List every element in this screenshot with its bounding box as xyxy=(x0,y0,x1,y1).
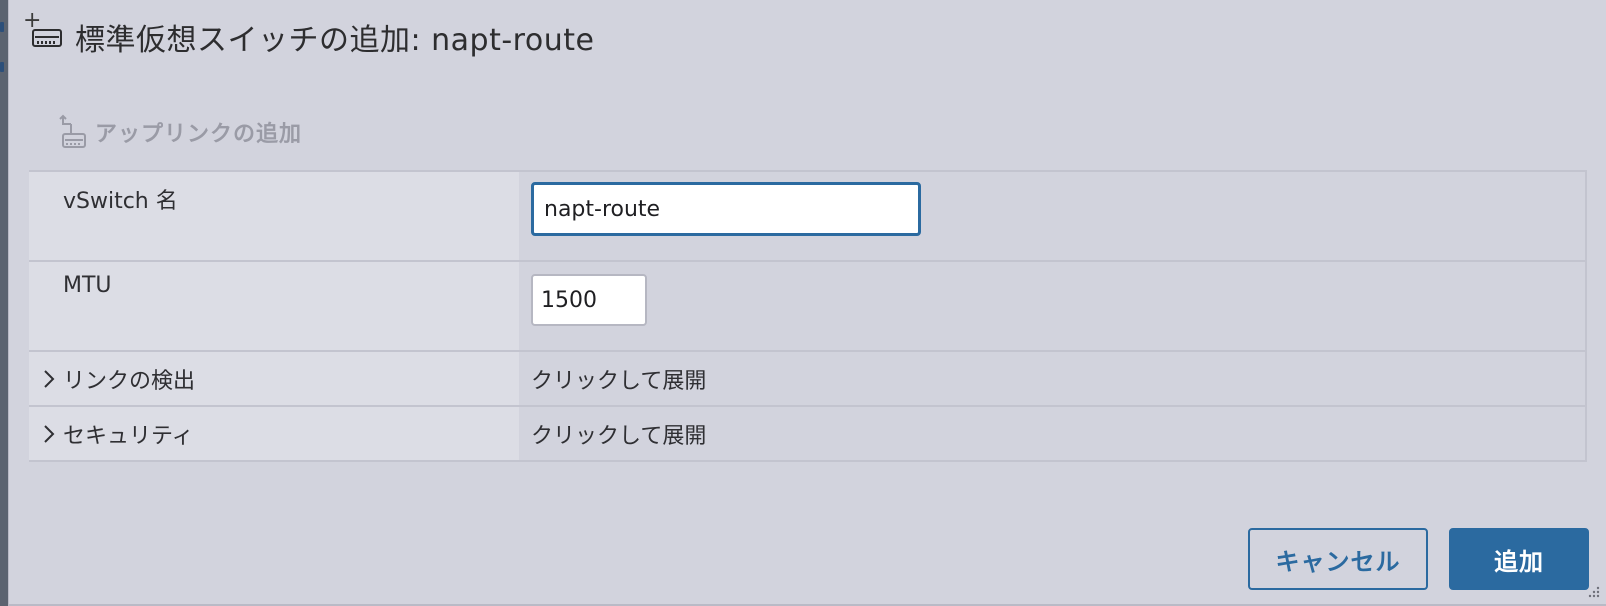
mtu-value-cell xyxy=(519,262,1587,350)
add-standard-vswitch-dialog: + 標準仮想スイッチの追加: napt-route アップリンクの追加 vSwi… xyxy=(8,0,1606,606)
security-label: セキュリティ xyxy=(63,424,194,449)
add-uplink-button[interactable]: アップリンクの追加 xyxy=(57,112,302,152)
mtu-label-cell: MTU xyxy=(29,262,519,350)
background-fragment xyxy=(0,22,4,32)
link-discovery-value-cell[interactable]: クリックして展開 xyxy=(519,352,1587,405)
resize-grip-icon[interactable] xyxy=(1586,584,1600,598)
link-discovery-expand-hint: クリックして展開 xyxy=(531,369,707,394)
security-value-cell[interactable]: クリックして展開 xyxy=(519,407,1587,460)
mtu-row: MTU xyxy=(29,262,1587,352)
vswitch-name-input[interactable] xyxy=(531,182,921,236)
mtu-input[interactable] xyxy=(531,274,647,326)
vswitch-name-label: vSwitch 名 xyxy=(63,189,178,214)
security-expand-hint: クリックして展開 xyxy=(531,424,707,449)
cancel-button[interactable]: キャンセル xyxy=(1248,528,1428,590)
vswitch-name-label-cell: vSwitch 名 xyxy=(29,172,519,260)
vswitch-settings-form: vSwitch 名 MTU リンクの検出 クリックして展開 xyxy=(29,170,1587,462)
add-uplink-label: アップリンクの追加 xyxy=(95,122,303,147)
chevron-right-icon[interactable] xyxy=(39,422,59,446)
network-switch-icon xyxy=(32,29,62,47)
dialog-header: 標準仮想スイッチの追加: napt-route xyxy=(31,14,594,60)
add-uplink-icon xyxy=(59,114,86,148)
add-button[interactable]: 追加 xyxy=(1449,528,1589,590)
mtu-label: MTU xyxy=(63,273,112,298)
security-row[interactable]: セキュリティ クリックして展開 xyxy=(29,407,1587,462)
link-discovery-row[interactable]: リンクの検出 クリックして展開 xyxy=(29,352,1587,407)
link-discovery-label-cell[interactable]: リンクの検出 xyxy=(29,352,519,405)
vswitch-name-row: vSwitch 名 xyxy=(29,170,1587,262)
link-discovery-label: リンクの検出 xyxy=(63,369,196,394)
security-label-cell[interactable]: セキュリティ xyxy=(29,407,519,460)
dialog-title: 標準仮想スイッチの追加: napt-route xyxy=(75,23,595,58)
vswitch-name-value-cell xyxy=(519,172,1587,260)
chevron-right-icon[interactable] xyxy=(39,367,59,391)
background-fragment xyxy=(0,62,4,72)
